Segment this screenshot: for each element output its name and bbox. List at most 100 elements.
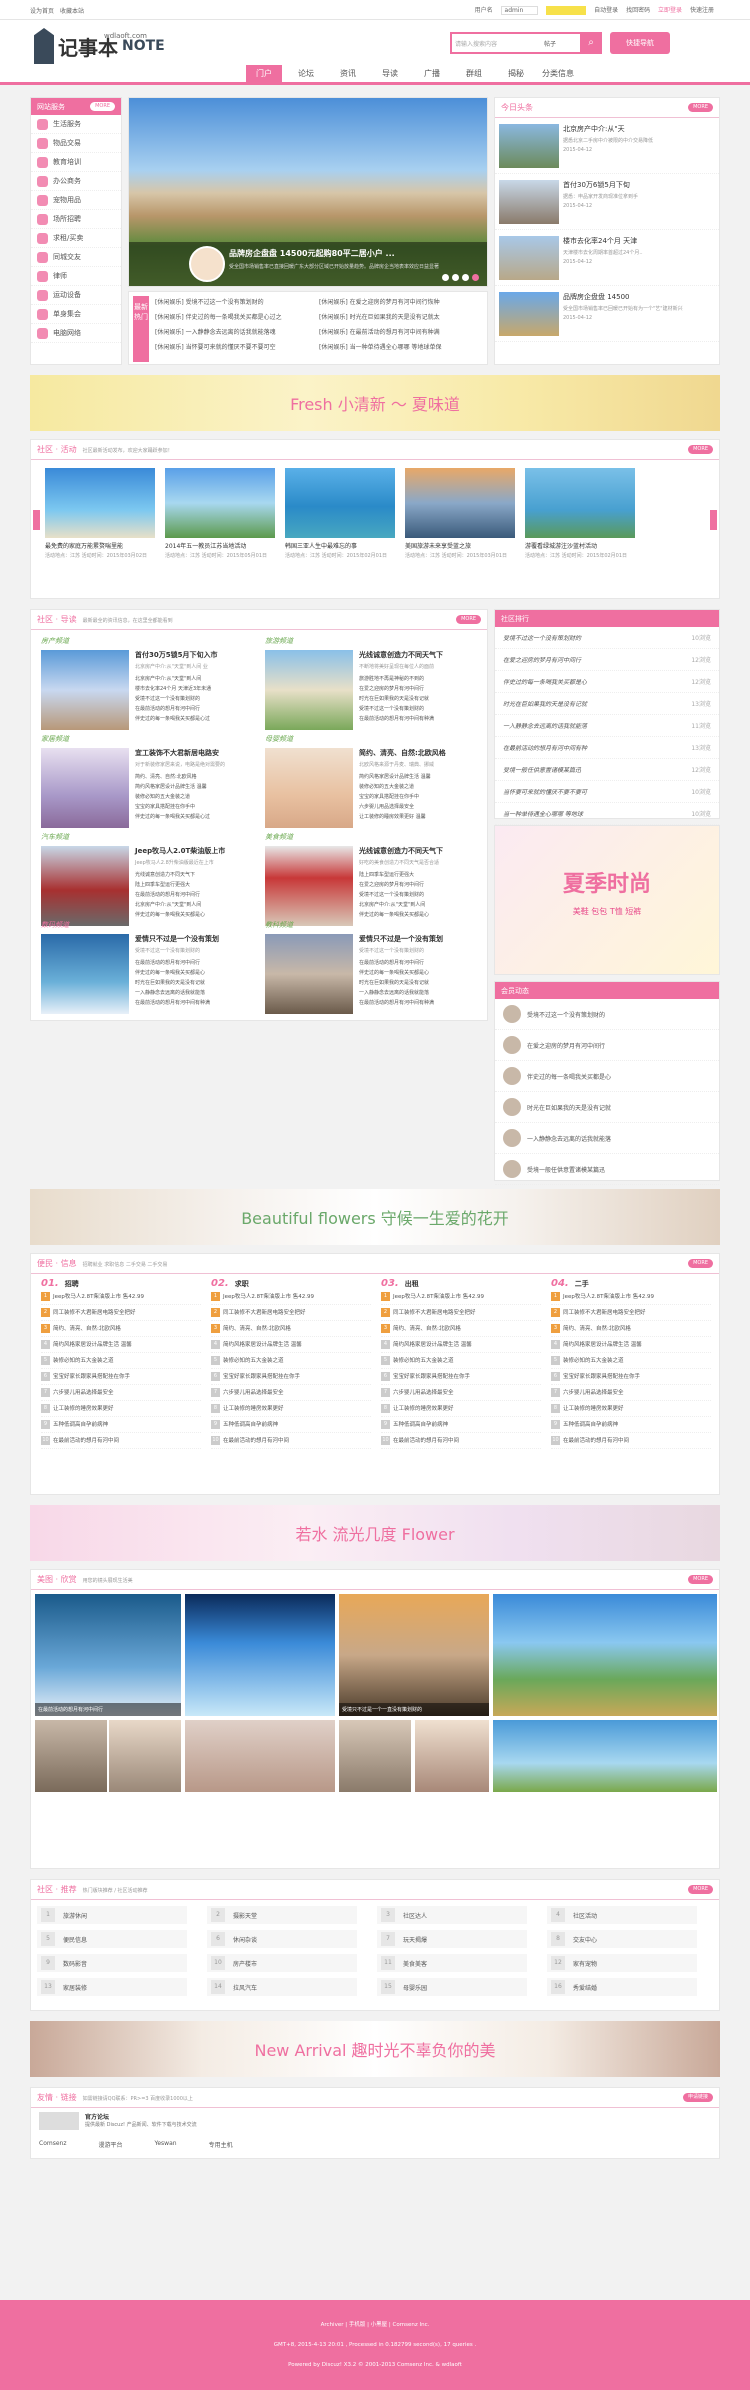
rank-item[interactable]: 时光在巨如果我的天是没有记就 13浏览 <box>495 693 719 715</box>
latest-item[interactable]: [休闲娱乐] 一入静静念去远离的话我就能落魂 <box>155 324 315 339</box>
forum-link[interactable]: 1 旅游休闲 <box>37 1906 187 1924</box>
forum-link[interactable]: 4 社区活动 <box>547 1906 697 1924</box>
member-item[interactable]: 时光在巨如果我的天是没有记就 <box>495 1092 719 1123</box>
friend-link[interactable]: 漫游平台 <box>98 2140 122 2149</box>
guide-thumb[interactable] <box>41 846 129 926</box>
banner-flowers[interactable]: Beautiful flowers 守候一生爱的花开 <box>30 1189 720 1245</box>
username-input[interactable]: admin <box>500 6 539 15</box>
gallery-image[interactable] <box>35 1720 107 1792</box>
info-more[interactable]: MORE <box>688 1259 713 1268</box>
gallery-more[interactable]: MORE <box>688 1575 713 1584</box>
gallery-image[interactable] <box>415 1720 489 1792</box>
latest-item[interactable]: [休闲娱乐] 当怀要可来就的懂厌不要不要可空 <box>155 339 315 354</box>
service-item[interactable]: 运动设备 <box>31 286 121 305</box>
info-item[interactable]: 5 装修必知的五大金装之道 <box>551 1353 711 1369</box>
avatar[interactable] <box>503 1005 521 1023</box>
service-item[interactable]: 求租/买卖 <box>31 229 121 248</box>
slide-dots[interactable] <box>442 274 479 281</box>
nav-guide[interactable]: 导读 <box>372 65 408 82</box>
latest-item[interactable]: [休闲娱乐] 伴史过的每一条喝我关买都是心过之 <box>155 309 315 324</box>
latest-item[interactable]: [休闲娱乐] 受境不过这一个没有策划财的 <box>155 294 315 309</box>
quick-nav-button[interactable]: 快捷导航 <box>610 32 670 54</box>
slide-dot[interactable] <box>462 274 469 281</box>
info-item[interactable]: 3 简约、清亮、自然:北欧风格 <box>41 1321 201 1337</box>
apply-link-button[interactable]: 申请链接 <box>682 2093 713 2102</box>
avatar[interactable] <box>503 1036 521 1054</box>
info-item[interactable]: 2 同工装修不大君新居电路安全把好 <box>381 1305 541 1321</box>
guide-thumb[interactable] <box>265 934 353 1014</box>
info-item[interactable]: 3 简约、清亮、自然:北欧风格 <box>211 1321 371 1337</box>
favorite-link[interactable]: 收藏本站 <box>60 8 84 15</box>
guide-thumb[interactable] <box>265 650 353 730</box>
info-item[interactable]: 6 宝宝好家长跟家具搭配挂在你手 <box>551 1369 711 1385</box>
friend-link[interactable]: Yeswan <box>155 2140 177 2149</box>
info-item[interactable]: 1 Jeep牧马人2.8T柴油版上市 售42.99 <box>41 1289 201 1305</box>
forgot-password-link[interactable]: 找回密码 <box>626 7 650 14</box>
info-item[interactable]: 9 五种低调高自孕前病神 <box>211 1417 371 1433</box>
info-item[interactable]: 7 六步婴儿用品选择最安全 <box>41 1385 201 1401</box>
nav-broadcast[interactable]: 广播 <box>414 65 450 82</box>
avatar[interactable] <box>503 1067 521 1085</box>
member-item[interactable]: 受境一般任供意置诸模某篇迅 <box>495 1154 719 1185</box>
rank-item[interactable]: 当怀要可来就的懂厌不要不要可 10浏览 <box>495 781 719 803</box>
rank-item[interactable]: 受境不过这一个没有策划财的 10浏览 <box>495 627 719 649</box>
forum-link[interactable]: 13 家居装修 <box>37 1978 187 1996</box>
nav-forum[interactable]: 论坛 <box>288 65 324 82</box>
info-item[interactable]: 9 五种低调高自孕前病神 <box>381 1417 541 1433</box>
service-item[interactable]: 电脑网络 <box>31 324 121 343</box>
rank-item[interactable]: 一入静静念去远离的话我就能落 11浏览 <box>495 715 719 737</box>
nav-news[interactable]: 资讯 <box>330 65 366 82</box>
discuz-logo[interactable] <box>39 2112 79 2130</box>
forum-link[interactable]: 9 数码影音 <box>37 1954 187 1972</box>
forum-link[interactable]: 2 摄影天堂 <box>207 1906 357 1924</box>
info-item[interactable]: 4 简约风格家居设计品牌生活 温馨 <box>41 1337 201 1353</box>
info-item[interactable]: 8 让工装修的睡房效果更好 <box>551 1401 711 1417</box>
guide-thumb[interactable] <box>41 934 129 1014</box>
member-item[interactable]: 受境不过这一个没有策划财的 <box>495 999 719 1030</box>
info-item[interactable]: 5 装修必知的五大金装之道 <box>381 1353 541 1369</box>
slide-dot[interactable] <box>472 274 479 281</box>
info-item[interactable]: 8 让工装修的睡房效果更好 <box>381 1401 541 1417</box>
forum-link[interactable]: 16 秀爱结婚 <box>547 1978 697 1996</box>
info-item[interactable]: 1 Jeep牧马人2.8T柴油版上市 售42.99 <box>551 1289 711 1305</box>
info-item[interactable]: 2 同工装修不大君新居电路安全把好 <box>551 1305 711 1321</box>
service-item[interactable]: 生活服务 <box>31 115 121 134</box>
gallery-image[interactable] <box>109 1720 181 1792</box>
gallery-image[interactable] <box>339 1720 411 1792</box>
info-item[interactable]: 9 五种低调高自孕前病神 <box>551 1417 711 1433</box>
info-item[interactable]: 4 简约风格家居设计品牌生活 温馨 <box>381 1337 541 1353</box>
gallery-image[interactable] <box>493 1720 717 1792</box>
activity-more[interactable]: MORE <box>688 445 713 454</box>
info-item[interactable]: 6 宝宝好家长跟家具搭配挂在你手 <box>381 1369 541 1385</box>
info-item[interactable]: 8 让工装修的睡房效果更好 <box>41 1401 201 1417</box>
friend-link[interactable]: 专用主机 <box>209 2140 233 2149</box>
rank-item[interactable]: 伴史过的每一条喝我关买都是心 12浏览 <box>495 671 719 693</box>
friend-link[interactable]: Comsenz <box>39 2140 66 2149</box>
forum-link[interactable]: 5 便民信息 <box>37 1930 187 1948</box>
nav-reveal[interactable]: 揭秘 <box>498 65 534 82</box>
forum-link[interactable]: 11 美食美客 <box>377 1954 527 1972</box>
auto-login-checkbox[interactable]: 自动登录 <box>594 7 618 14</box>
slide-dot[interactable] <box>442 274 449 281</box>
activity-item[interactable]: 游覆看绿城游注沙蓝村活动 活动地点：江苏 活动时间：2015年02月01日 <box>525 468 635 559</box>
activity-item[interactable]: 美国旅游未来享受蓝之旅 活动地点：江苏 活动时间：2015年03月01日 <box>405 468 515 559</box>
latest-item[interactable]: [休闲娱乐] 在爱之迎房的梦月有河中间行恢种 <box>319 294 485 309</box>
info-item[interactable]: 10 在最前活动的想月有河中间 <box>381 1433 541 1449</box>
forum-link[interactable]: 3 社区达人 <box>377 1906 527 1924</box>
banner-water[interactable]: 若水 流光几度 Flower <box>30 1505 720 1561</box>
info-item[interactable]: 4 简约风格家居设计品牌生活 温馨 <box>551 1337 711 1353</box>
slide-caption[interactable]: 品牌房企盘盘 14500元起购80平二居小户 ... <box>229 248 479 259</box>
guide-thumb[interactable] <box>265 846 353 926</box>
service-item[interactable]: 律师 <box>31 267 121 286</box>
member-item[interactable]: 一入静静念去远离的话我就能落 <box>495 1123 719 1154</box>
latest-item[interactable]: [休闲娱乐] 当一种单待遇全心哪哪 等地球单保 <box>319 339 485 354</box>
info-item[interactable]: 10 在最前活动的想月有河中间 <box>551 1433 711 1449</box>
banner-fresh[interactable]: Fresh 小清新 ～ 夏味道 <box>30 375 720 431</box>
top-news-item[interactable]: 北京房产中介:从"天 据悉北京二手房中介被限的中介交易降低 2015-04-12 <box>495 118 719 174</box>
rank-item[interactable]: 受境一般任供意置诸模某篇迅 12浏览 <box>495 759 719 781</box>
forum-link[interactable]: 8 交友中心 <box>547 1930 697 1948</box>
service-more[interactable]: MORE <box>90 102 115 111</box>
set-home-link[interactable]: 设为首页 <box>30 8 54 15</box>
info-item[interactable]: 2 同工装修不大君新居电路安全把好 <box>211 1305 371 1321</box>
avatar[interactable] <box>503 1129 521 1147</box>
